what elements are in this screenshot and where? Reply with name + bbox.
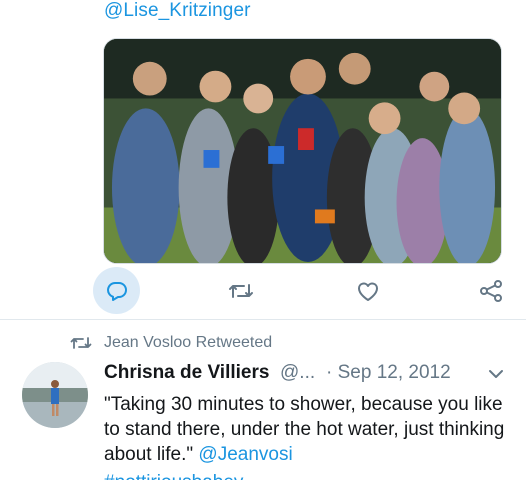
mention-link[interactable]: @Lise_Kritzinger: [104, 0, 251, 22]
retweet-button[interactable]: [216, 266, 266, 316]
tweet-header: Chrisna de Villiers @... · Sep 12, 2012: [104, 362, 514, 388]
display-name[interactable]: Chrisna de Villiers: [104, 362, 269, 384]
reply-icon: [107, 282, 127, 301]
tweet-date[interactable]: · Sep 12, 2012: [326, 362, 451, 384]
retweet-banner[interactable]: Jean Vosloo Retweeted: [70, 334, 272, 352]
avatar[interactable]: [22, 362, 88, 428]
hashtag-link[interactable]: #nottiriousbabey: [104, 470, 243, 480]
user-handle[interactable]: @...: [280, 362, 315, 384]
tweet-divider: [0, 319, 526, 320]
reply-button[interactable]: [92, 266, 142, 316]
share-button[interactable]: [466, 266, 516, 316]
retweet-small-icon: [70, 337, 92, 349]
chevron-down-icon[interactable]: [488, 368, 504, 380]
heart-icon: [358, 282, 378, 301]
tweet-text: "Taking 30 minutes to shower, because yo…: [104, 392, 514, 480]
retweet-icon: [229, 284, 253, 298]
share-icon: [480, 280, 502, 302]
tweet-body: "Taking 30 minutes to shower, because yo…: [104, 394, 505, 465]
retweet-banner-text: Jean Vosloo Retweeted: [104, 334, 273, 351]
like-button[interactable]: [343, 266, 393, 316]
tweet-mention-link[interactable]: @Jeanvosi: [198, 444, 292, 465]
tweet-photo[interactable]: [103, 38, 502, 264]
